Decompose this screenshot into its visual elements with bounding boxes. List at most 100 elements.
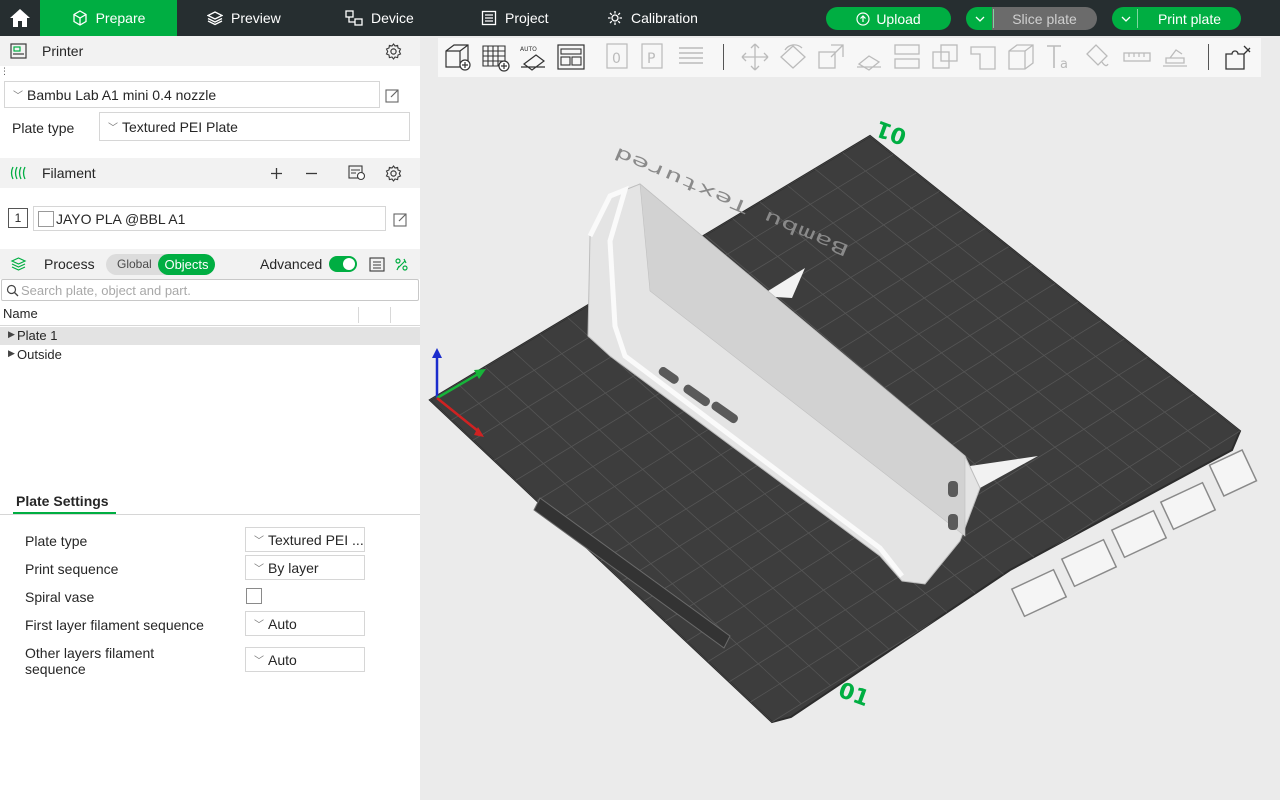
move-button[interactable] xyxy=(740,42,770,72)
plate-o-icon: 0 xyxy=(606,43,628,69)
arrange-button[interactable] xyxy=(556,42,586,72)
spiral-vase-checkbox[interactable] xyxy=(246,588,262,604)
toggle-objects[interactable]: Objects xyxy=(158,254,215,275)
printer-settings-button[interactable] xyxy=(383,41,403,61)
edit-icon xyxy=(384,88,399,103)
filament-settings-button[interactable] xyxy=(383,163,403,183)
process-section-header: Process Global Objects Advanced xyxy=(0,249,420,279)
3d-viewport[interactable]: Bambu Textured 01 01 xyxy=(420,36,1280,800)
gear-icon xyxy=(385,164,401,182)
remove-filament-button[interactable] xyxy=(301,163,321,183)
auto-orient-button[interactable]: AUTO xyxy=(518,42,548,72)
grid-plate-icon xyxy=(482,45,510,72)
add-plate-button[interactable] xyxy=(480,42,510,72)
process-layers-icon xyxy=(10,257,27,271)
advanced-switch[interactable] xyxy=(329,256,357,272)
plate-p-button[interactable]: P xyxy=(638,42,668,72)
upload-button[interactable]: Upload xyxy=(826,7,951,30)
process-list-button[interactable] xyxy=(367,254,387,274)
sync-ams-icon xyxy=(348,165,366,181)
home-icon xyxy=(10,9,30,27)
lock-view-icon[interactable] xyxy=(1060,538,1118,588)
toggle-global[interactable]: Global xyxy=(117,257,152,271)
explode-view-button[interactable] xyxy=(1223,42,1253,72)
tab-calibration[interactable]: Calibration xyxy=(607,0,698,36)
printer-icon xyxy=(10,43,27,59)
sync-filament-button[interactable] xyxy=(346,163,368,183)
scale-button[interactable] xyxy=(816,42,846,72)
rotate-icon xyxy=(780,44,806,69)
setting-print-sequence-select[interactable]: ﹀ By layer xyxy=(245,555,365,580)
process-compare-button[interactable] xyxy=(391,254,411,274)
print-plate-button[interactable]: Print plate xyxy=(1138,7,1241,30)
filament-name: JAYO PLA @BBL A1 xyxy=(56,210,186,227)
filament-title: Filament xyxy=(42,165,96,181)
setting-other-layers-sequence-select[interactable]: ﹀ Auto xyxy=(245,647,365,672)
table-row[interactable]: ▶ Outside xyxy=(0,346,420,364)
settings-view-icon[interactable] xyxy=(1010,568,1068,618)
boolean-button[interactable] xyxy=(930,42,960,72)
lay-on-face-button[interactable] xyxy=(854,42,884,72)
mesh-button[interactable] xyxy=(1006,42,1036,72)
tab-project[interactable]: Project xyxy=(481,0,549,36)
table-row[interactable]: ▶ Plate 1 xyxy=(0,327,420,345)
3d-toolbar: AUTO 0 P a xyxy=(438,38,1261,77)
advanced-label: Advanced xyxy=(260,256,323,272)
setting-spiral-vase-label: Spiral vase xyxy=(25,589,95,605)
setting-plate-type-select[interactable]: ﹀ Textured PEI ... xyxy=(245,527,365,552)
print-dropdown-button[interactable] xyxy=(1112,7,1140,30)
arrange-icon xyxy=(557,44,585,70)
tab-prepare[interactable]: Prepare xyxy=(40,0,177,36)
plate-p-icon: P xyxy=(641,43,663,69)
printer-preset-select[interactable]: ﹀ Bambu Lab A1 mini 0.4 nozzle xyxy=(4,81,380,108)
search-icon xyxy=(6,284,19,297)
tab-preview-label: Preview xyxy=(231,10,281,26)
text-button[interactable]: a xyxy=(1044,42,1074,72)
edit-printer-button[interactable] xyxy=(382,85,402,105)
cut-plate-button[interactable]: 0 xyxy=(603,42,633,72)
printer-title: Printer xyxy=(42,43,84,59)
column-name-header[interactable]: Name xyxy=(3,306,38,321)
chevron-down-icon: ﹀ xyxy=(254,564,264,575)
plate-settings-tab[interactable]: Plate Settings xyxy=(13,492,116,514)
tab-prepare-label: Prepare xyxy=(95,10,146,26)
global-objects-toggle[interactable]: Global Objects xyxy=(106,254,215,275)
plate-type-select[interactable]: ﹀ Textured PEI Plate xyxy=(99,112,410,141)
add-cube-icon xyxy=(445,44,471,71)
svg-text:0: 0 xyxy=(612,51,621,67)
tab-device[interactable]: Device xyxy=(345,0,414,36)
slice-dropdown-button[interactable] xyxy=(966,7,994,30)
setting-first-layer-sequence-select[interactable]: ﹀ Auto xyxy=(245,611,365,636)
assembly-button[interactable] xyxy=(1160,42,1190,72)
split-button[interactable] xyxy=(892,42,922,72)
filament-select[interactable]: JAYO PLA @BBL A1 xyxy=(33,206,386,231)
layout-view-icon[interactable] xyxy=(1110,509,1168,559)
filament-color-swatch[interactable] xyxy=(38,210,54,227)
build-plate-scene[interactable]: Bambu Textured 01 01 xyxy=(420,36,1280,800)
setting-other-layers-sequence-value: Auto xyxy=(268,651,297,668)
edit-icon xyxy=(392,212,407,227)
add-object-button[interactable] xyxy=(442,42,472,72)
measure-button[interactable] xyxy=(1122,42,1152,72)
plus-icon xyxy=(270,167,282,179)
add-filament-button[interactable] xyxy=(266,163,286,183)
layers-button[interactable] xyxy=(676,42,706,72)
paint-button[interactable] xyxy=(1082,42,1112,72)
advanced-switch-knob xyxy=(343,258,355,270)
split-icon xyxy=(894,44,920,69)
home-button[interactable] xyxy=(0,0,40,36)
process-title: Process xyxy=(44,256,95,272)
slice-plate-button[interactable]: Slice plate xyxy=(992,7,1097,30)
tab-preview[interactable]: Preview xyxy=(207,0,281,36)
rotate-button[interactable] xyxy=(778,42,808,72)
tab-device-label: Device xyxy=(371,10,414,26)
calibration-icon xyxy=(608,11,622,25)
expand-arrow-icon[interactable]: ▶ xyxy=(8,348,15,359)
printer-section-header: Printer xyxy=(0,36,420,66)
filament-slot-number[interactable]: 1 xyxy=(8,208,28,228)
expand-arrow-icon[interactable]: ▶ xyxy=(8,329,15,340)
cut-button[interactable] xyxy=(968,42,998,72)
arrange-view-icon[interactable] xyxy=(1159,481,1217,531)
edit-filament-button[interactable] xyxy=(390,209,410,229)
search-input[interactable]: Search plate, object and part. xyxy=(1,279,419,301)
